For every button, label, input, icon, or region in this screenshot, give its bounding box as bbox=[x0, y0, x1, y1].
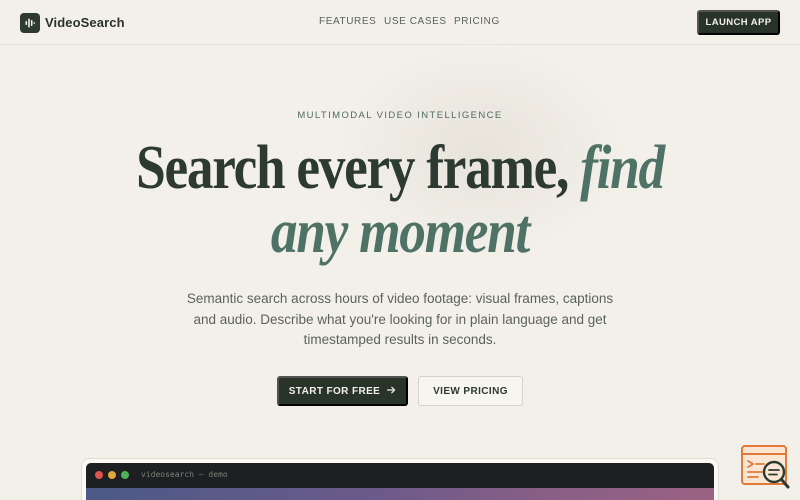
search-document-icon[interactable] bbox=[740, 444, 792, 492]
headline-emphasis-moment: any moment bbox=[270, 198, 530, 266]
nav-links: Features Use cases Pricing bbox=[0, 16, 800, 30]
headline-emphasis-find: find bbox=[580, 134, 665, 202]
arrow-right-icon bbox=[387, 386, 396, 397]
headline-plain: Search every frame, bbox=[136, 134, 569, 202]
nav-link-features[interactable]: Features bbox=[319, 16, 376, 27]
start-for-free-button[interactable]: START FOR FREE bbox=[277, 376, 408, 406]
window-maximize-dot bbox=[121, 471, 129, 479]
window-close-dot bbox=[95, 471, 103, 479]
demo-window: videosearch — demo bbox=[86, 463, 714, 500]
start-for-free-label: START FOR FREE bbox=[288, 385, 381, 397]
window-minimize-dot bbox=[108, 471, 116, 479]
demo-titlebar: videosearch — demo bbox=[86, 463, 714, 487]
hero-subtext: Semantic search across hours of video fo… bbox=[186, 291, 614, 347]
demo-window-title: videosearch — demo bbox=[141, 470, 228, 479]
demo-video-preview bbox=[86, 488, 714, 500]
hero-headline: Search every frame, find any moment bbox=[56, 136, 744, 264]
navbar: VideoSearch Features Use cases Pricing L… bbox=[0, 0, 800, 45]
hero-eyebrow: MULTIMODAL VIDEO INTELLIGENCE bbox=[297, 110, 503, 121]
view-pricing-button[interactable]: VIEW PRICING bbox=[418, 376, 523, 406]
launch-app-button[interactable]: LAUNCH APP bbox=[697, 10, 780, 35]
nav-link-pricing[interactable]: Pricing bbox=[454, 16, 500, 27]
nav-link-use-cases[interactable]: Use cases bbox=[384, 16, 447, 27]
